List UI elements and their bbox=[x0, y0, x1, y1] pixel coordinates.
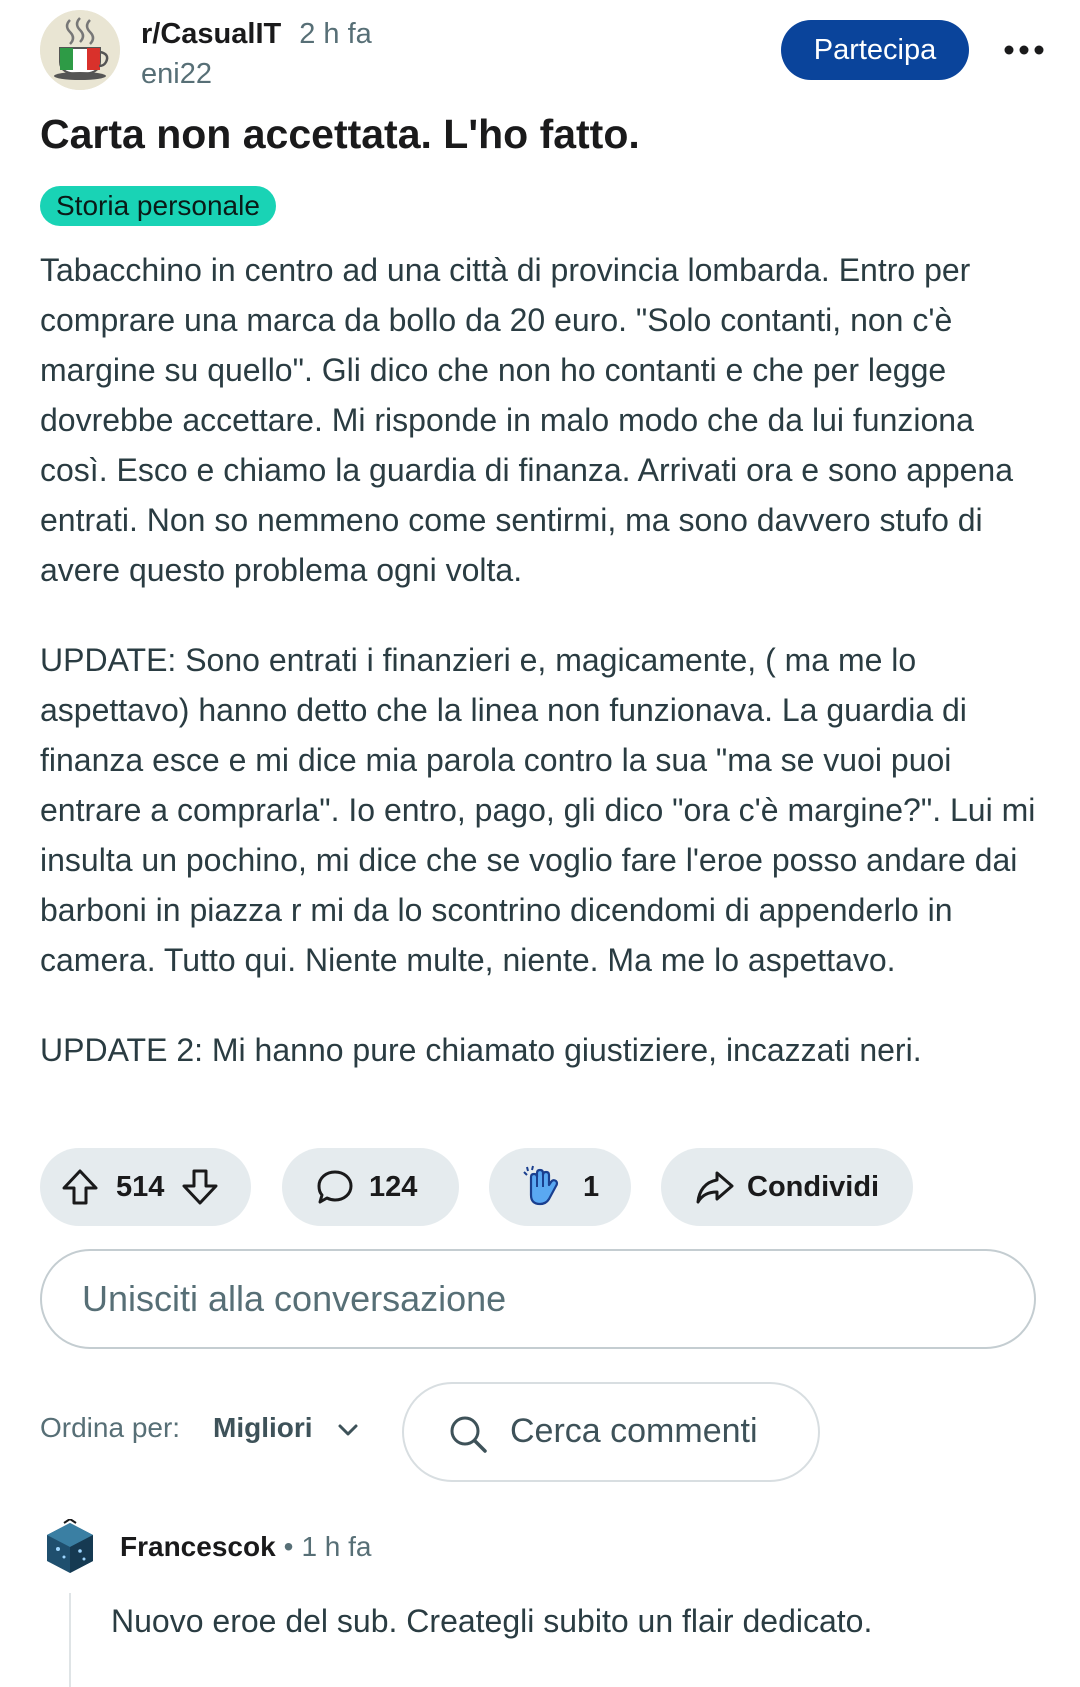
post-header: r/CasualIT 2 h fa eni22 Partecipa bbox=[40, 10, 1050, 95]
post-meta: r/CasualIT 2 h fa eni22 bbox=[141, 16, 372, 92]
subreddit-name[interactable]: r/CasualIT bbox=[141, 18, 281, 50]
downvote-button[interactable] bbox=[180, 1167, 220, 1207]
post-detail-page: r/CasualIT 2 h fa eni22 Partecipa Carta n… bbox=[0, 0, 1080, 1687]
comment-count: 124 bbox=[369, 1170, 418, 1203]
upvote-icon bbox=[62, 1169, 98, 1205]
post-time: 2 h fa bbox=[299, 18, 372, 50]
award-button[interactable]: 1 bbox=[489, 1148, 631, 1226]
post-paragraph: UPDATE 2: Mi hanno pure chiamato giustiz… bbox=[40, 1032, 922, 1068]
post-paragraph: UPDATE: Sono entrati i finanzieri e, mag… bbox=[40, 642, 1036, 978]
comment-time: 1 h fa bbox=[301, 1531, 372, 1562]
cube-avatar-icon bbox=[47, 1517, 93, 1573]
post-action-bar: 514 124 1 Condividi bbox=[40, 1148, 1040, 1226]
sort-label: Ordina per: bbox=[40, 1412, 181, 1443]
upvote-button[interactable] bbox=[60, 1167, 100, 1207]
comment-input[interactable]: Unisciti alla conversazione bbox=[40, 1249, 1036, 1349]
share-button[interactable]: Condividi bbox=[661, 1148, 913, 1226]
comments-button[interactable]: 124 bbox=[282, 1148, 459, 1226]
share-label: Condividi bbox=[747, 1170, 880, 1203]
comment-actions bbox=[50, 1673, 650, 1687]
comment-bubble-icon bbox=[317, 1170, 353, 1204]
downvote-icon bbox=[182, 1169, 218, 1205]
sort-bar: Ordina per: Migliori Cerca commenti bbox=[40, 1382, 1040, 1482]
post-flair[interactable]: Storia personale bbox=[40, 186, 276, 226]
join-button[interactable]: Partecipa bbox=[781, 20, 969, 80]
meta-separator: • bbox=[283, 1531, 294, 1562]
comment-item: Francescok • 1 h fa Nuovo eroe del sub. Cr… bbox=[40, 1515, 1050, 1687]
search-comments-button[interactable]: Cerca commenti bbox=[402, 1382, 820, 1482]
comment-actions-partial-icon[interactable] bbox=[50, 1673, 650, 1687]
search-icon bbox=[448, 1414, 488, 1459]
comment-avatar[interactable] bbox=[44, 1517, 96, 1577]
award-count: 1 bbox=[583, 1170, 600, 1203]
vote-count: 514 bbox=[116, 1170, 165, 1203]
subreddit-avatar[interactable] bbox=[40, 10, 120, 90]
chevron-down-icon[interactable] bbox=[335, 1420, 361, 1445]
more-dots-icon bbox=[1004, 45, 1044, 55]
comment-body: Nuovo eroe del sub. Creategli subito un … bbox=[111, 1603, 873, 1639]
post-paragraph: Tabacchino in centro ad una città di pro… bbox=[40, 252, 1014, 588]
comment-author[interactable]: Francescok bbox=[120, 1531, 276, 1562]
vote-control: 514 bbox=[40, 1148, 251, 1226]
more-options-button[interactable] bbox=[998, 32, 1050, 68]
post-body: Tabacchino in centro ad una città di pro… bbox=[40, 245, 1050, 1115]
search-comments-label: Cerca commenti bbox=[510, 1412, 758, 1450]
share-arrow-icon bbox=[696, 1171, 734, 1204]
comment-meta: Francescok • 1 h fa bbox=[120, 1529, 372, 1565]
clapping-hands-icon bbox=[523, 1165, 559, 1206]
post-title: Carta non accettata. L'ho fatto. bbox=[40, 111, 640, 157]
coffee-cup-icon bbox=[40, 10, 120, 90]
post-author[interactable]: eni22 bbox=[141, 56, 372, 92]
sort-dropdown[interactable]: Migliori bbox=[213, 1412, 313, 1444]
